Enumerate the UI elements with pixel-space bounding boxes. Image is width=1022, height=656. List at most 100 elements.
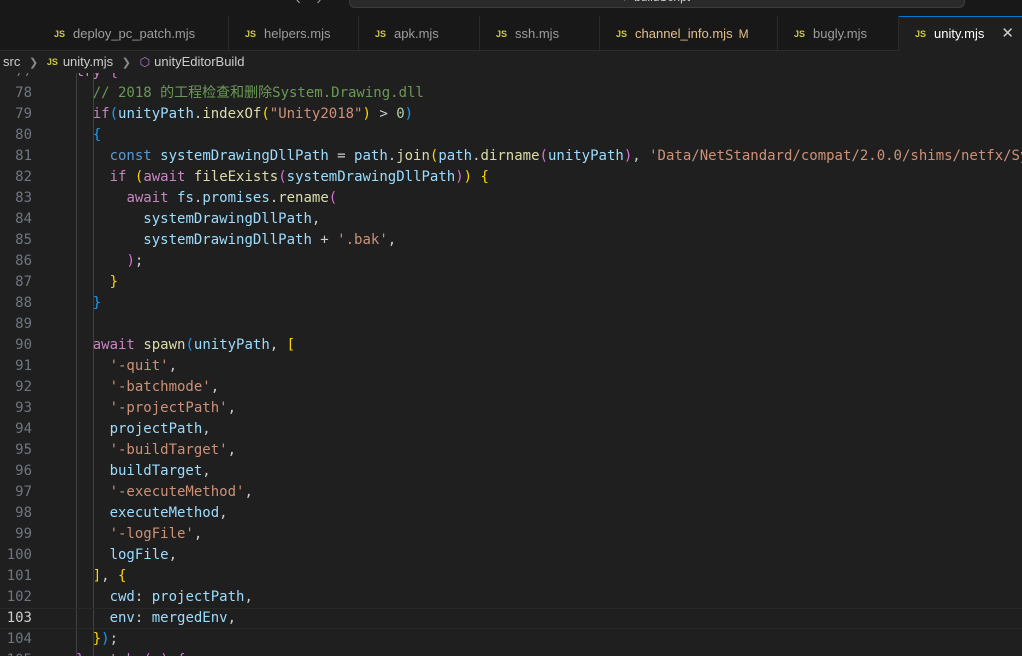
code-line[interactable]: 105 } catch (e) { <box>0 650 1022 656</box>
code-line[interactable]: 82 if (await fileExists(systemDrawingDll… <box>0 167 1022 188</box>
code-line[interactable]: 97 '-executeMethod', <box>0 482 1022 503</box>
code-line[interactable]: 78 // 2018 的工程检查和删除System.Drawing.dll <box>0 83 1022 104</box>
line-number: 90 <box>15 337 32 353</box>
code-text: ], { <box>59 566 127 587</box>
code-token: , <box>219 505 228 521</box>
tab-apk[interactable]: JS apk.mjs <box>359 16 480 51</box>
code-text: '-executeMethod', <box>59 482 253 503</box>
code-token: spawn <box>143 337 186 353</box>
editor-window: ‹ › ⌕ buildScript JS deploy_pc_patch.mjs J… <box>0 0 1022 656</box>
tab-bugly[interactable]: JS bugly.mjs <box>778 16 899 51</box>
tab-helpers[interactable]: JS helpers.mjs <box>229 16 359 51</box>
breadcrumb-folder[interactable]: src <box>3 51 20 73</box>
command-center-search[interactable]: ⌕ buildScript <box>349 0 965 8</box>
code-token: ) <box>101 631 110 647</box>
code-line[interactable]: 85 systemDrawingDllPath + '.bak', <box>0 230 1022 251</box>
tab-label: ssh.mjs <box>515 26 560 41</box>
code-line[interactable]: 91 '-quit', <box>0 356 1022 377</box>
code-token: , <box>210 379 220 395</box>
code-line[interactable]: 101 ], { <box>0 566 1022 587</box>
code-token: fileExists <box>193 169 279 185</box>
code-line[interactable]: 86 ); <box>0 251 1022 272</box>
code-line[interactable]: 84 systemDrawingDllPath, <box>0 209 1022 230</box>
tab-unity[interactable]: JS unity.mjs ✕ <box>899 16 1022 51</box>
code-line[interactable]: 98 executeMethod, <box>0 503 1022 524</box>
code-token: buildTarget <box>109 463 203 479</box>
line-number: 81 <box>15 148 32 164</box>
code-line[interactable]: 83 await fs.promises.rename( <box>0 188 1022 209</box>
line-number: 85 <box>15 232 32 248</box>
line-number: 103 <box>6 610 32 626</box>
code-text: { <box>59 125 101 146</box>
code-token: '-quit' <box>109 358 169 374</box>
code-line[interactable]: 80 { <box>0 125 1022 146</box>
code-line[interactable]: 99 '-logFile', <box>0 524 1022 545</box>
code-token: [ <box>286 337 296 353</box>
code-token: ) <box>404 106 414 122</box>
code-token: ) <box>160 652 168 656</box>
code-line[interactable]: 89 <box>0 314 1022 335</box>
code-token: await <box>92 337 135 353</box>
js-file-icon: JS <box>375 29 387 39</box>
code-token: { <box>110 73 118 80</box>
breadcrumb-file[interactable]: JS unity.mjs <box>47 51 113 73</box>
code-text: '-quit', <box>59 356 177 377</box>
tab-label: unity.mjs <box>934 26 985 41</box>
code-token: projectPath <box>109 421 203 437</box>
code-line[interactable]: 81 const systemDrawingDllPath = path.joi… <box>0 146 1022 167</box>
code-editor[interactable]: 77 try {78 // 2018 的工程检查和删除System.Drawin… <box>0 73 1022 656</box>
tab-channel-info[interactable]: JS channel_info.mjs M <box>600 16 778 51</box>
code-token: , <box>227 442 237 458</box>
code-token: { <box>92 127 102 143</box>
code-token: , <box>168 358 178 374</box>
close-icon[interactable]: ✕ <box>1001 17 1014 50</box>
code-line[interactable]: 104 }); <box>0 629 1022 650</box>
search-label: buildScript <box>634 0 690 4</box>
line-number: 92 <box>15 379 32 395</box>
code-line[interactable]: 103 env: mergedEnv, <box>0 608 1022 629</box>
code-line[interactable]: 100 logFile, <box>0 545 1022 566</box>
code-line[interactable]: 93 '-projectPath', <box>0 398 1022 419</box>
tab-ssh[interactable]: JS ssh.mjs <box>480 16 600 51</box>
code-token: env <box>109 610 135 626</box>
tab-deploy-pc-patch[interactable]: JS deploy_pc_patch.mjs <box>38 16 229 51</box>
code-token: join <box>396 148 430 164</box>
code-line[interactable]: 87 } <box>0 272 1022 293</box>
code-token: indexOf <box>202 106 262 122</box>
code-token: } <box>92 631 102 647</box>
navigation-arrows[interactable]: ‹ › <box>296 0 327 7</box>
code-line[interactable]: 77 try { <box>0 73 1022 83</box>
code-text: projectPath, <box>59 419 211 440</box>
js-file-icon: JS <box>794 29 806 39</box>
code-token: , <box>227 610 237 626</box>
code-line[interactable]: 88 } <box>0 293 1022 314</box>
code-line[interactable]: 94 projectPath, <box>0 419 1022 440</box>
breadcrumb-symbol[interactable]: ⬡ unityEditorBuild <box>140 51 245 73</box>
line-number: 97 <box>15 484 32 500</box>
code-text: systemDrawingDllPath + '.bak', <box>59 230 396 251</box>
code-line[interactable]: 79 if(unityPath.indexOf("Unity2018") > 0… <box>0 104 1022 125</box>
code-line[interactable]: 96 buildTarget, <box>0 461 1022 482</box>
code-token: , <box>387 232 397 248</box>
js-file-icon: JS <box>46 57 58 67</box>
js-file-icon: JS <box>915 29 927 39</box>
code-token: ) <box>463 169 473 185</box>
code-token: 'Data/NetStandard/compat/2.0.0/shims/net… <box>649 148 1022 164</box>
title-bar: ‹ › ⌕ buildScript <box>0 0 1022 16</box>
code-line[interactable]: 95 '-buildTarget', <box>0 440 1022 461</box>
code-token: '-batchmode' <box>109 379 211 395</box>
code-line[interactable]: 102 cwd: projectPath, <box>0 587 1022 608</box>
code-line[interactable]: 92 '-batchmode', <box>0 377 1022 398</box>
code-token: ) <box>455 169 464 185</box>
code-line[interactable]: 90 await spawn(unityPath, [ <box>0 335 1022 356</box>
